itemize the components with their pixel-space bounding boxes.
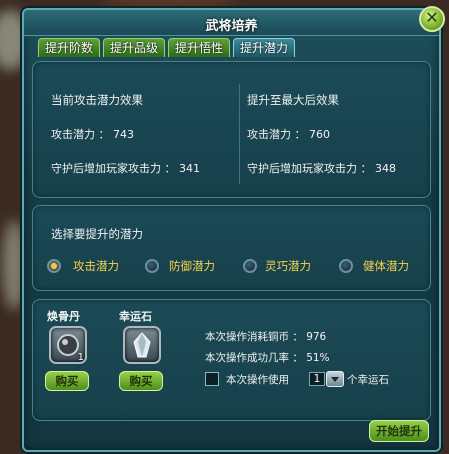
background-blur [100, 0, 240, 6]
maxed-guard-value: 348 [375, 162, 396, 175]
effects-panel: 当前攻击潜力效果 攻击潜力 ： 743 守护后增加玩家攻击力 ： 341 提升至… [32, 61, 431, 198]
cost-value: 976 [306, 331, 327, 343]
close-icon: ✕ [425, 8, 439, 27]
item-pill-count: 1 [77, 352, 84, 363]
use-suffix-label: 个幸运石 [347, 374, 389, 386]
maxed-guard-label: 守护后增加玩家攻击力 [247, 162, 357, 175]
buy-pill-button[interactable]: 购买 [45, 371, 89, 391]
current-heading: 当前攻击潜力效果 [51, 93, 143, 107]
rate-row: 本次操作成功几率 ： 51% [205, 352, 330, 364]
cost-row: 本次操作消耗铜币 ： 976 [205, 331, 327, 343]
radio-vitality-potential[interactable] [339, 259, 353, 273]
crystal-icon [133, 332, 151, 358]
maxed-heading: 提升至最大后效果 [247, 93, 339, 107]
item-pill-name: 焕骨丹 [47, 310, 80, 323]
item-stone-name: 幸运石 [119, 310, 152, 323]
effects-divider [239, 84, 240, 184]
stone-count-dropdown-button[interactable] [326, 371, 344, 387]
cost-label: 本次操作消耗铜币 [205, 331, 289, 343]
rate-value: 51% [306, 352, 330, 364]
maxed-potential-value: 760 [309, 128, 330, 141]
title-bar[interactable]: 武将培养 [24, 10, 439, 36]
use-stone-checkbox[interactable] [205, 372, 219, 386]
tab-upgrade-rank[interactable]: 提升阶数 [38, 38, 101, 57]
select-potential-panel: 选择要提升的潜力 攻击潜力 防御潜力 灵巧潜力 健体潜力 [32, 205, 431, 291]
stone-count-field[interactable]: 1 [309, 372, 325, 386]
maxed-guard-row: 守护后增加玩家攻击力 ： 348 [247, 162, 396, 175]
maxed-potential-row: 攻击潜力 ： 760 [247, 128, 330, 141]
radio-agility-potential[interactable] [243, 259, 257, 273]
tab-upgrade-potential[interactable]: 提升潜力 [233, 38, 296, 57]
item-slot-stone[interactable] [123, 326, 161, 364]
current-potential-label: 攻击潜力 [51, 128, 95, 141]
radio-attack-potential[interactable] [47, 259, 61, 273]
current-guard-row: 守护后增加玩家攻击力 ： 341 [51, 162, 200, 175]
operation-panel: 焕骨丹 1 购买 幸运石 购买 本次操作消耗铜币 ： 976 本次操作成功几率 … [32, 299, 431, 421]
current-potential-row: 攻击潜力 ： 743 [51, 128, 134, 141]
option-attack-label[interactable]: 攻击潜力 [73, 258, 119, 274]
tab-bar: 提升阶数 提升品级 提升悟性 提升潜力 [38, 38, 296, 58]
current-potential-value: 743 [113, 128, 134, 141]
training-window: 武将培养 ✕ 提升阶数 提升品级 提升悟性 提升潜力 当前攻击潜力效果 攻击潜力… [22, 6, 445, 452]
option-defense-label[interactable]: 防御潜力 [169, 258, 215, 274]
select-heading: 选择要提升的潜力 [51, 227, 143, 241]
tab-upgrade-grade[interactable]: 提升品级 [103, 38, 166, 57]
rate-label: 本次操作成功几率 [205, 352, 289, 364]
buy-stone-button[interactable]: 购买 [119, 371, 163, 391]
current-guard-label: 守护后增加玩家攻击力 [51, 162, 161, 175]
current-guard-value: 341 [179, 162, 200, 175]
radio-defense-potential[interactable] [145, 259, 159, 273]
tab-upgrade-insight[interactable]: 提升悟性 [168, 38, 231, 57]
close-button[interactable]: ✕ [419, 6, 445, 32]
item-slot-pill[interactable]: 1 [49, 326, 87, 364]
maxed-potential-label: 攻击潜力 [247, 128, 291, 141]
start-upgrade-button[interactable]: 开始提升 [369, 420, 429, 442]
window-title: 武将培养 [205, 19, 258, 34]
use-prefix-label: 本次操作使用 [226, 374, 289, 386]
option-vitality-label[interactable]: 健体潜力 [363, 258, 409, 274]
option-agility-label[interactable]: 灵巧潜力 [265, 258, 311, 274]
